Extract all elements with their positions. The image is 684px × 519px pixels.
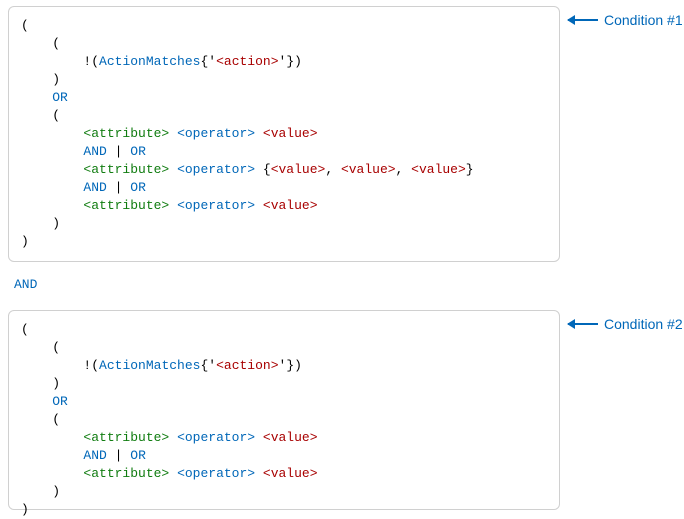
attribute-placeholder: <attribute> [83, 466, 169, 481]
code-line: !(ActionMatches{'<action>'}) [21, 53, 547, 71]
arrow-left-icon [568, 323, 598, 325]
code-line: ) [21, 501, 547, 519]
code-line: AND | OR [21, 179, 547, 197]
value-placeholder: <value> [411, 162, 466, 177]
or-keyword: OR [130, 448, 146, 463]
attribute-placeholder: <attribute> [83, 162, 169, 177]
code-line: OR [21, 393, 547, 411]
code-line: <attribute> <operator> <value> [21, 429, 547, 447]
operator-placeholder: <operator> [177, 198, 255, 213]
callout-condition-2: Condition #2 [568, 316, 683, 332]
paren-close: ) [21, 502, 29, 517]
code-line: ) [21, 215, 547, 233]
code-line: <attribute> <operator> <value> [21, 125, 547, 143]
code-line: ( [21, 17, 547, 35]
code-line: ) [21, 233, 547, 251]
paren-close: ) [52, 484, 60, 499]
code-line: ( [21, 321, 547, 339]
callout-condition-1: Condition #1 [568, 12, 683, 28]
code-line: ) [21, 483, 547, 501]
paren-close: ) [52, 72, 60, 87]
value-placeholder: <value> [271, 162, 326, 177]
value-placeholder: <value> [263, 198, 318, 213]
or-keyword: OR [130, 144, 146, 159]
value-placeholder: <value> [263, 466, 318, 481]
value-placeholder: <value> [263, 126, 318, 141]
pipe: | [115, 144, 123, 159]
code-line: OR [21, 89, 547, 107]
code-line: ( [21, 411, 547, 429]
set-close: } [286, 358, 294, 373]
attribute-placeholder: <attribute> [83, 430, 169, 445]
pipe: | [115, 448, 123, 463]
or-keyword: OR [52, 394, 68, 409]
paren-open: ( [91, 54, 99, 69]
operator-placeholder: <operator> [177, 126, 255, 141]
paren-close: ) [294, 54, 302, 69]
quote: ' [208, 54, 216, 69]
set-close: } [466, 162, 474, 177]
paren-open: ( [91, 358, 99, 373]
code-line: ) [21, 375, 547, 393]
and-keyword: AND [83, 144, 106, 159]
attribute-placeholder: <attribute> [83, 126, 169, 141]
condition-block-2: ( ( !(ActionMatches{'<action>'}) ) OR ( … [8, 310, 560, 510]
paren-open: ( [21, 322, 29, 337]
comma: , [325, 162, 333, 177]
actionmatches-keyword: ActionMatches [99, 358, 200, 373]
and-connector: AND [14, 276, 37, 294]
code-line: <attribute> <operator> {<value>, <value>… [21, 161, 547, 179]
paren-close: ) [52, 376, 60, 391]
code-line: ) [21, 71, 547, 89]
action-placeholder: <action> [216, 54, 278, 69]
action-placeholder: <action> [216, 358, 278, 373]
or-keyword: OR [130, 180, 146, 195]
and-keyword: AND [83, 448, 106, 463]
pipe: | [115, 180, 123, 195]
code-line: AND | OR [21, 447, 547, 465]
operator-placeholder: <operator> [177, 162, 255, 177]
value-placeholder: <value> [341, 162, 396, 177]
operator-placeholder: <operator> [177, 466, 255, 481]
paren-open: ( [52, 108, 60, 123]
value-placeholder: <value> [263, 430, 318, 445]
set-close: } [286, 54, 294, 69]
code-line: ( [21, 35, 547, 53]
paren-close: ) [52, 216, 60, 231]
paren-open: ( [21, 18, 29, 33]
arrow-left-icon [568, 19, 598, 21]
attribute-placeholder: <attribute> [83, 198, 169, 213]
condition-block-1: ( ( !(ActionMatches{'<action>'}) ) OR ( … [8, 6, 560, 262]
callout-label: Condition #2 [604, 316, 683, 332]
or-keyword: OR [52, 90, 68, 105]
code-line: AND | OR [21, 143, 547, 161]
code-line: <attribute> <operator> <value> [21, 465, 547, 483]
paren-close: ) [21, 234, 29, 249]
callout-label: Condition #1 [604, 12, 683, 28]
paren-close: ) [294, 358, 302, 373]
set-open: { [263, 162, 271, 177]
operator-placeholder: <operator> [177, 430, 255, 445]
code-line: ( [21, 339, 547, 357]
code-line: !(ActionMatches{'<action>'}) [21, 357, 547, 375]
actionmatches-keyword: ActionMatches [99, 54, 200, 69]
paren-open: ( [52, 36, 60, 51]
code-line: ( [21, 107, 547, 125]
and-keyword: AND [83, 180, 106, 195]
paren-open: ( [52, 412, 60, 427]
code-line: <attribute> <operator> <value> [21, 197, 547, 215]
paren-open: ( [52, 340, 60, 355]
comma: , [396, 162, 404, 177]
quote: ' [208, 358, 216, 373]
